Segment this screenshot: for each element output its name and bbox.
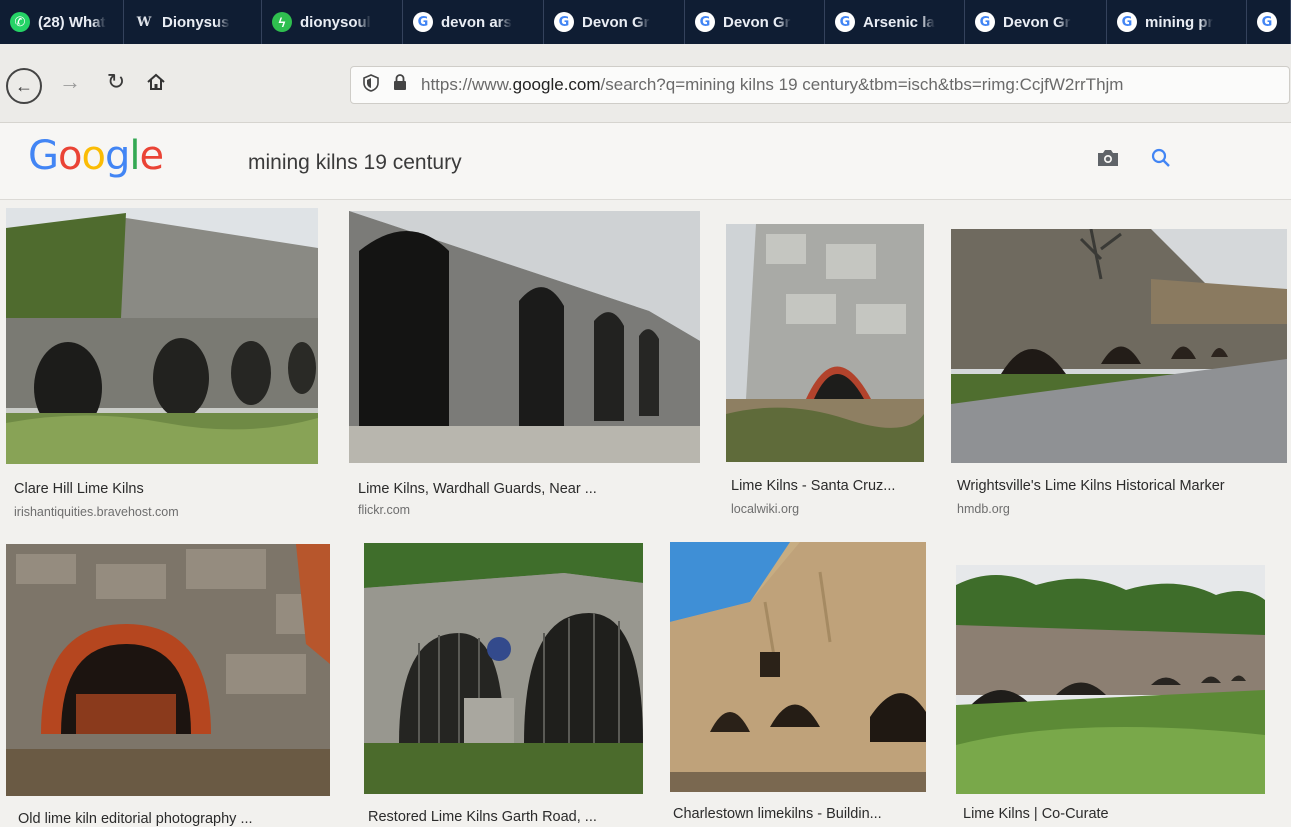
browser-tab[interactable]: G Devon Gr xyxy=(544,0,685,44)
tab-label: Arsenic la xyxy=(863,13,935,31)
google-icon: G xyxy=(695,12,715,32)
browser-tab[interactable]: W Dionysus xyxy=(124,0,262,44)
result-thumbnail[interactable] xyxy=(6,544,330,796)
logo-letter: l xyxy=(129,133,140,179)
result-thumbnail[interactable] xyxy=(349,211,700,463)
result-title[interactable]: Wrightsville's Lime Kilns Historical Mar… xyxy=(957,478,1225,494)
logo-letter: G xyxy=(28,133,59,179)
tab-label: devon ars xyxy=(441,13,512,31)
navigation-bar: ← → ↻ https://www.google.com/search?q=mi… xyxy=(0,44,1291,123)
home-icon[interactable] xyxy=(138,64,174,100)
result-source: irishantiquities.bravehost.com xyxy=(14,505,179,519)
whatsapp-icon: ✆ xyxy=(10,12,30,32)
result-title[interactable]: Charlestown limekilns - Buildin... xyxy=(673,806,882,822)
result-title[interactable]: Restored Lime Kilns Garth Road, ... xyxy=(368,809,597,825)
logo-letter: e xyxy=(139,133,164,179)
tab-label: dionysoul xyxy=(300,13,371,31)
result-title[interactable]: Lime Kilns | Co-Curate xyxy=(963,806,1109,822)
result-thumbnail[interactable] xyxy=(364,543,643,794)
logo-letter: o xyxy=(58,133,83,179)
result-source: localwiki.org xyxy=(731,502,800,516)
tab-label: Devon Gr xyxy=(582,13,650,31)
address-bar[interactable]: https://www.google.com/search?q=mining k… xyxy=(350,66,1290,104)
result-thumbnail[interactable] xyxy=(670,542,926,792)
logo-letter: g xyxy=(104,133,130,179)
google-icon: G xyxy=(554,12,574,32)
browser-tab[interactable]: G Devon Gr xyxy=(685,0,825,44)
result-title[interactable]: Lime Kilns - Santa Cruz... xyxy=(731,478,895,494)
url-prefix: https://www. xyxy=(421,75,513,94)
result-title[interactable]: Lime Kilns, Wardhall Guards, Near ... xyxy=(358,481,597,497)
browser-tab[interactable]: ✆ (28) What xyxy=(0,0,124,44)
tab-label: (28) What xyxy=(38,13,106,31)
tab-label: Dionysus xyxy=(162,13,230,31)
url-path: /search?q=mining kilns 19 century&tbm=is… xyxy=(600,75,1124,94)
browser-tab[interactable]: G devon ars xyxy=(403,0,544,44)
result-thumbnail[interactable] xyxy=(726,224,924,462)
logo-letter: o xyxy=(81,133,106,179)
tab-label: Devon Gr xyxy=(723,13,791,31)
result-thumbnail[interactable] xyxy=(6,208,318,464)
reload-icon[interactable]: ↻ xyxy=(98,64,134,100)
google-icon: G xyxy=(413,12,433,32)
result-thumbnail[interactable] xyxy=(956,565,1265,794)
back-arrow-icon[interactable]: ← xyxy=(6,68,42,104)
browser-tab[interactable]: G xyxy=(1247,0,1291,44)
google-icon: G xyxy=(1257,12,1277,32)
search-input[interactable]: mining kilns 19 century xyxy=(248,151,462,175)
shield-icon[interactable] xyxy=(363,73,379,97)
browser-tab[interactable]: G mining pr xyxy=(1107,0,1247,44)
google-icon: G xyxy=(835,12,855,32)
search-icon[interactable] xyxy=(1150,147,1172,169)
result-source: hmdb.org xyxy=(957,502,1010,516)
forward-arrow-icon[interactable]: → xyxy=(52,64,88,100)
url-text: https://www.google.com/search?q=mining k… xyxy=(421,75,1123,95)
result-source: flickr.com xyxy=(358,503,411,517)
google-header: Google mining kilns 19 century xyxy=(0,123,1291,200)
tab-strip: ✆ (28) What W Dionysus ϟ dionysoul G dev… xyxy=(0,0,1291,44)
browser-tab[interactable]: G Devon Gr xyxy=(965,0,1107,44)
tab-label: mining pr xyxy=(1145,13,1214,31)
result-thumbnail[interactable] xyxy=(951,229,1287,463)
url-domain: google.com xyxy=(512,75,601,94)
browser-tab[interactable]: G Arsenic la xyxy=(825,0,965,44)
browser-tab[interactable]: ϟ dionysoul xyxy=(262,0,403,44)
google-logo[interactable]: Google xyxy=(28,133,164,179)
result-title[interactable]: Clare Hill Lime Kilns xyxy=(14,481,144,497)
google-icon: G xyxy=(1117,12,1137,32)
dionysoul-icon: ϟ xyxy=(272,12,292,32)
google-icon: G xyxy=(975,12,995,32)
wikipedia-icon: W xyxy=(136,14,152,30)
tab-label: Devon Gr xyxy=(1003,13,1071,31)
lock-icon[interactable] xyxy=(393,74,407,96)
camera-icon[interactable] xyxy=(1096,147,1120,169)
